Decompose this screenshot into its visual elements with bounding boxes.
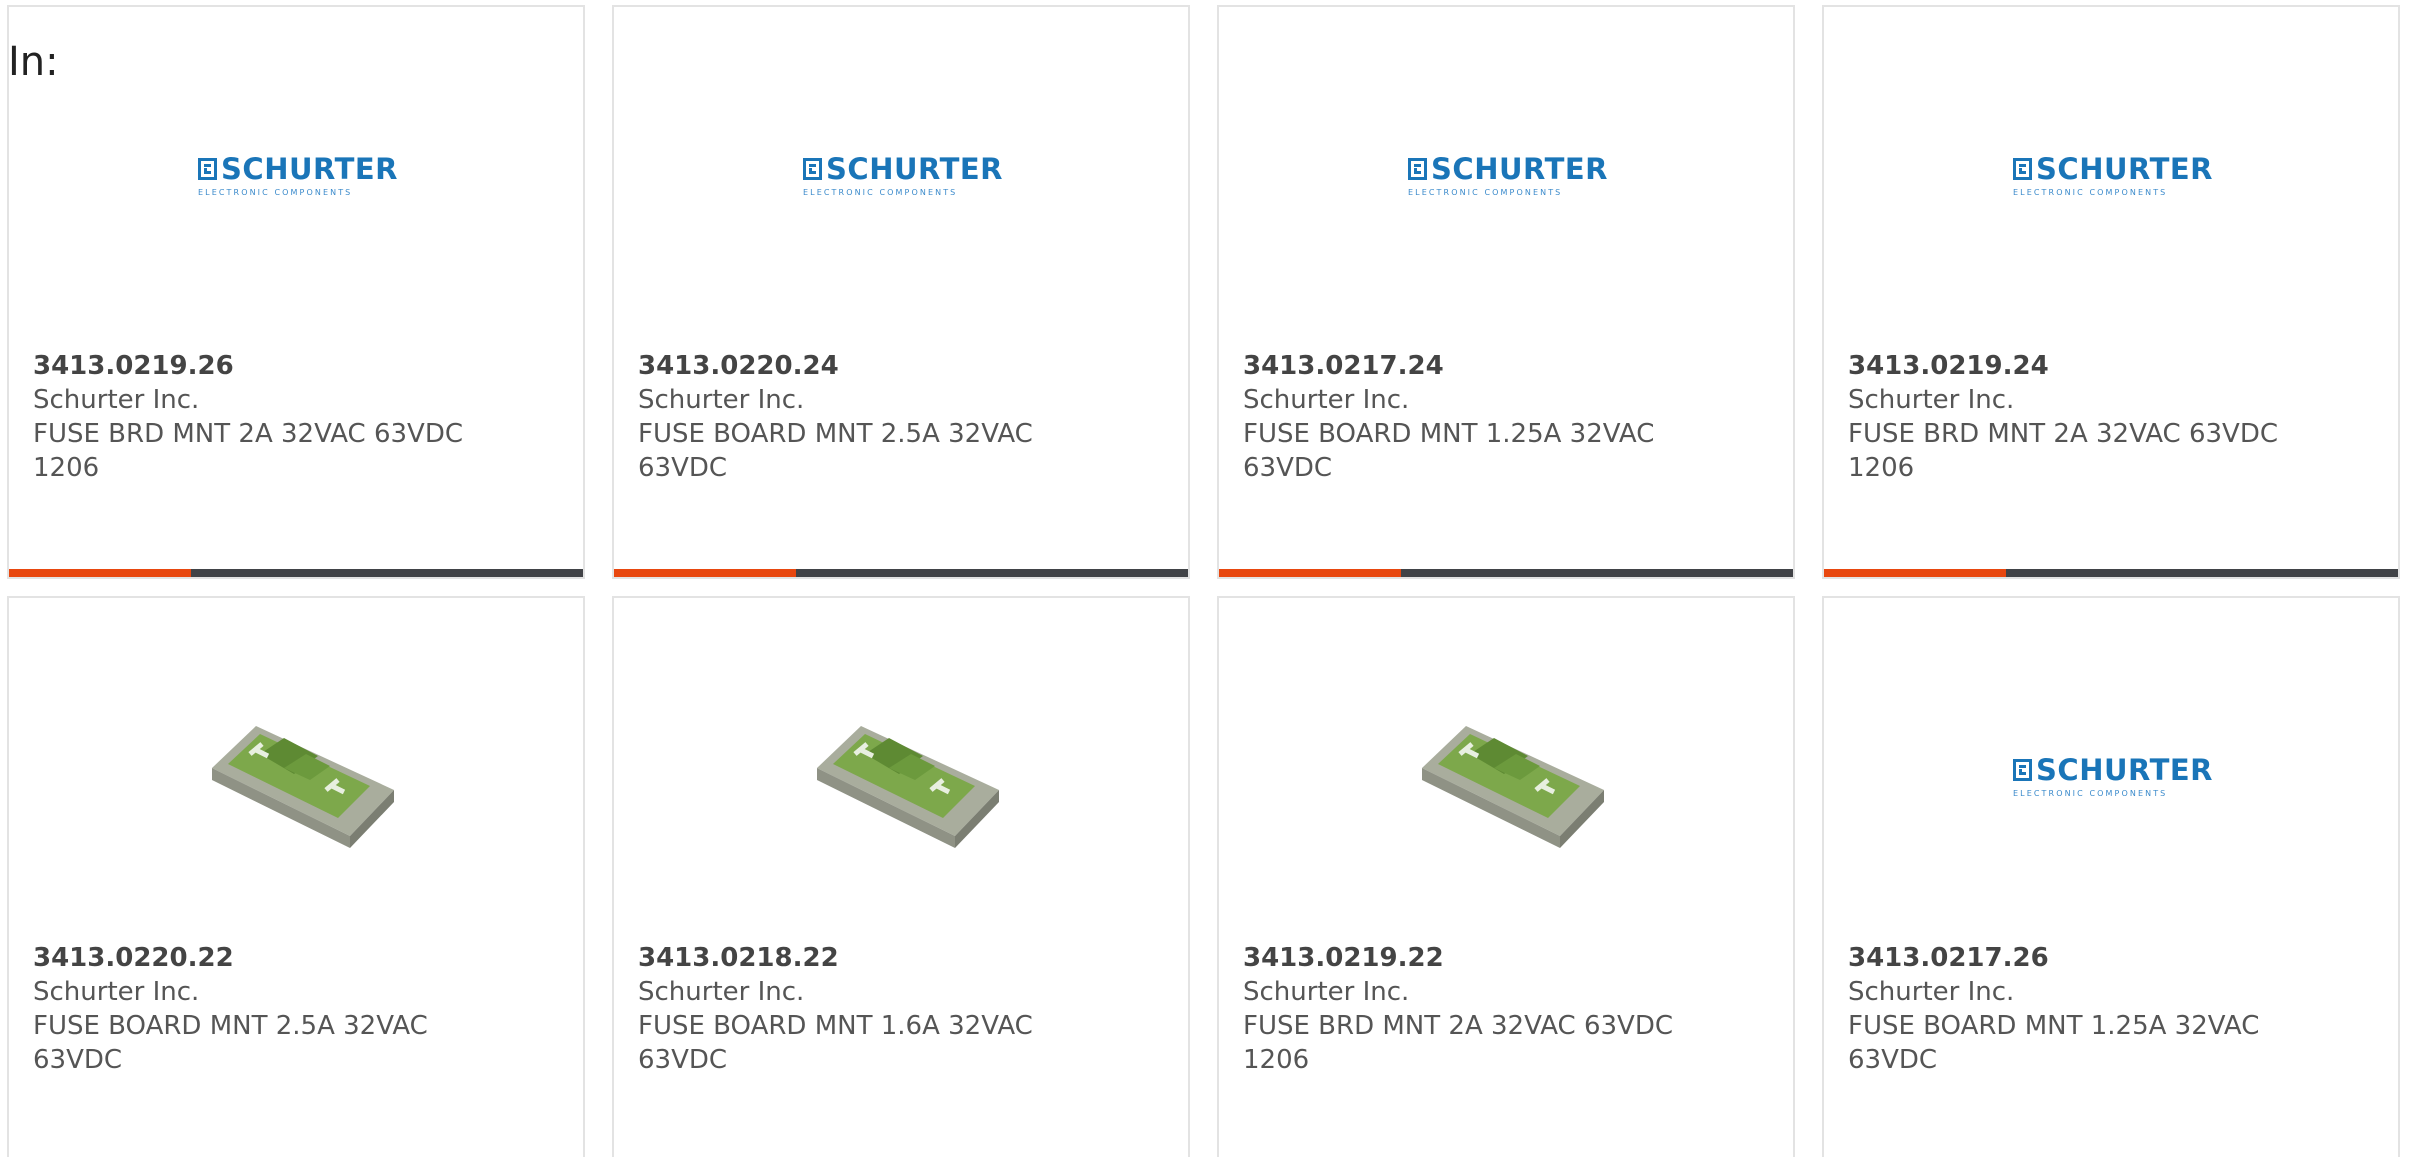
manufacturer: Schurter Inc. (638, 385, 805, 415)
smd-fuse-photo (212, 726, 394, 848)
schurter-s-icon (1408, 157, 1428, 180)
schurter-logo: SCHURTER ELECTRONIC COMPONENTS (198, 151, 398, 197)
product-info: 3413.0217.26 Schurter Inc. FUSE BOARD MN… (1848, 941, 2278, 1077)
manufacturer: Schurter Inc. (33, 385, 200, 415)
part-number-link[interactable]: 3413.0217.24 (1243, 349, 1673, 383)
description: FUSE BOARD MNT 2.5A 32VAC 63VDC (638, 419, 1033, 483)
part-number-link[interactable]: 3413.0219.26 (33, 349, 463, 383)
card-bottom-bar (9, 569, 583, 577)
card-accent-bar (1219, 569, 1401, 577)
schurter-logo: SCHURTER ELECTRONIC COMPONENTS (2013, 151, 2213, 197)
description: FUSE BOARD MNT 1.6A 32VAC 63VDC (638, 1011, 1033, 1075)
product-card[interactable]: SCHURTER ELECTRONIC COMPONENTS 3413.0219… (7, 5, 585, 579)
product-card[interactable]: 3413.0219.22 Schurter Inc. FUSE BRD MNT … (1217, 596, 1795, 1157)
part-number-link[interactable]: 3413.0218.22 (638, 941, 1068, 975)
manufacturer: Schurter Inc. (1848, 977, 2015, 1007)
product-grid-page: In: SCHURTER ELECTRONIC COMPONENTS 3413.… (0, 0, 2410, 1157)
card-accent-bar (1824, 569, 2006, 577)
description: FUSE BRD MNT 2A 32VAC 63VDC 1206 (33, 419, 463, 483)
card-bottom-bar (614, 569, 1188, 577)
description: FUSE BOARD MNT 1.25A 32VAC 63VDC (1848, 1011, 2260, 1075)
card-bottom-bar (1219, 569, 1793, 577)
part-number-link[interactable]: 3413.0219.24 (1848, 349, 2278, 383)
product-image[interactable] (803, 680, 1003, 870)
part-number-link[interactable]: 3413.0219.22 (1243, 941, 1673, 975)
product-card[interactable]: 3413.0218.22 Schurter Inc. FUSE BOARD MN… (612, 596, 1190, 1157)
card-accent-bar (614, 569, 796, 577)
product-info: 3413.0219.22 Schurter Inc. FUSE BRD MNT … (1243, 941, 1673, 1077)
product-image[interactable]: SCHURTER ELECTRONIC COMPONENTS (2013, 680, 2213, 870)
product-card[interactable]: 3413.0220.22 Schurter Inc. FUSE BOARD MN… (7, 596, 585, 1157)
product-image[interactable]: SCHURTER ELECTRONIC COMPONENTS (1408, 79, 1608, 269)
card-accent-bar (9, 569, 191, 577)
part-number-link[interactable]: 3413.0217.26 (1848, 941, 2278, 975)
manufacturer: Schurter Inc. (1848, 385, 2015, 415)
filter-label: In: (8, 39, 59, 85)
product-info: 3413.0218.22 Schurter Inc. FUSE BOARD MN… (638, 941, 1068, 1077)
schurter-s-icon (2013, 157, 2033, 180)
schurter-s-icon (803, 157, 823, 180)
schurter-logo: SCHURTER ELECTRONIC COMPONENTS (803, 151, 1003, 197)
manufacturer: Schurter Inc. (1243, 977, 1410, 1007)
schurter-logo: SCHURTER ELECTRONIC COMPONENTS (1408, 151, 1608, 197)
manufacturer: Schurter Inc. (638, 977, 805, 1007)
product-card[interactable]: SCHURTER ELECTRONIC COMPONENTS 3413.0219… (1822, 5, 2400, 579)
product-image[interactable]: SCHURTER ELECTRONIC COMPONENTS (803, 79, 1003, 269)
product-card[interactable]: SCHURTER ELECTRONIC COMPONENTS 3413.0220… (612, 5, 1190, 579)
part-number-link[interactable]: 3413.0220.22 (33, 941, 463, 975)
schurter-logo: SCHURTER ELECTRONIC COMPONENTS (2013, 752, 2213, 798)
part-number-link[interactable]: 3413.0220.24 (638, 349, 1068, 383)
product-card[interactable]: SCHURTER ELECTRONIC COMPONENTS 3413.0217… (1217, 5, 1795, 579)
manufacturer: Schurter Inc. (1243, 385, 1410, 415)
product-image[interactable]: SCHURTER ELECTRONIC COMPONENTS (2013, 79, 2213, 269)
description: FUSE BRD MNT 2A 32VAC 63VDC 1206 (1243, 1011, 1673, 1075)
card-bottom-bar (1824, 569, 2398, 577)
product-card[interactable]: SCHURTER ELECTRONIC COMPONENTS 3413.0217… (1822, 596, 2400, 1157)
schurter-s-icon (198, 157, 218, 180)
description: FUSE BOARD MNT 1.25A 32VAC 63VDC (1243, 419, 1655, 483)
product-info: 3413.0220.22 Schurter Inc. FUSE BOARD MN… (33, 941, 463, 1077)
schurter-s-icon (2013, 758, 2033, 781)
product-info: 3413.0220.24 Schurter Inc. FUSE BOARD MN… (638, 349, 1068, 485)
product-image[interactable]: SCHURTER ELECTRONIC COMPONENTS (198, 79, 398, 269)
manufacturer: Schurter Inc. (33, 977, 200, 1007)
smd-fuse-photo (1422, 726, 1604, 848)
product-grid: SCHURTER ELECTRONIC COMPONENTS 3413.0219… (0, 0, 2410, 1157)
description: FUSE BRD MNT 2A 32VAC 63VDC 1206 (1848, 419, 2278, 483)
product-info: 3413.0219.26 Schurter Inc. FUSE BRD MNT … (33, 349, 463, 485)
product-image[interactable] (198, 680, 398, 870)
smd-fuse-photo (817, 726, 999, 848)
product-info: 3413.0219.24 Schurter Inc. FUSE BRD MNT … (1848, 349, 2278, 485)
product-image[interactable] (1408, 680, 1608, 870)
product-info: 3413.0217.24 Schurter Inc. FUSE BOARD MN… (1243, 349, 1673, 485)
description: FUSE BOARD MNT 2.5A 32VAC 63VDC (33, 1011, 428, 1075)
